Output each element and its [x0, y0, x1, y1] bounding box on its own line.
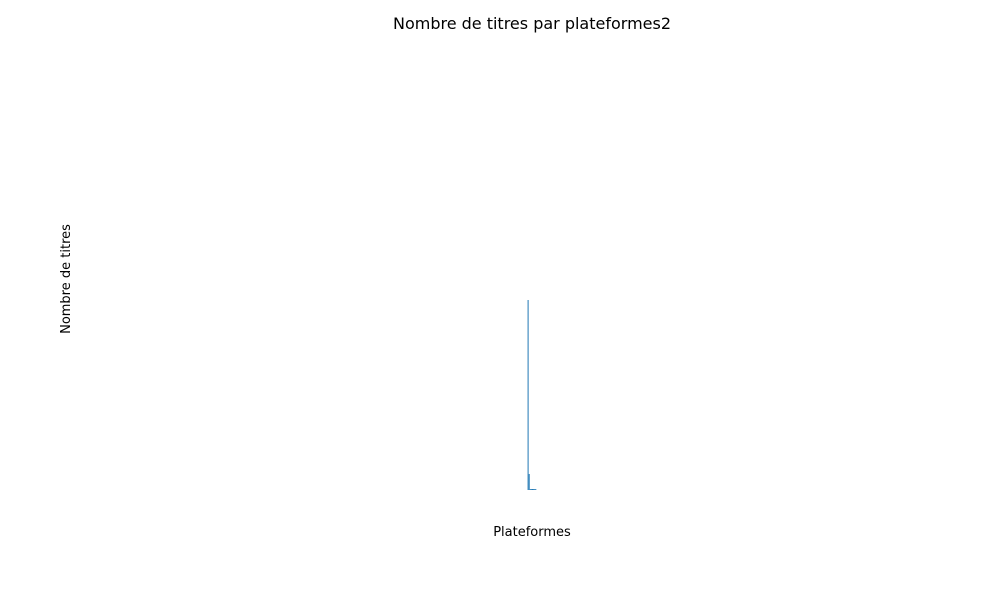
chart-title: Nombre de titres par plateformes2	[393, 14, 671, 33]
bar-chart: Nombre de titres par plateformes2 Nombre…	[59, 14, 671, 540]
bar-2	[529, 489, 531, 490]
bar-7	[535, 489, 537, 490]
y-axis-label: Nombre de titres	[59, 224, 74, 334]
bar-3	[530, 489, 532, 490]
bars-group	[527, 300, 537, 490]
bar-0	[527, 300, 529, 490]
bar-5	[533, 489, 535, 490]
bar-6	[534, 489, 536, 490]
bar-1	[528, 474, 530, 490]
x-axis-label: Plateformes	[493, 525, 571, 540]
bar-4	[532, 489, 533, 490]
